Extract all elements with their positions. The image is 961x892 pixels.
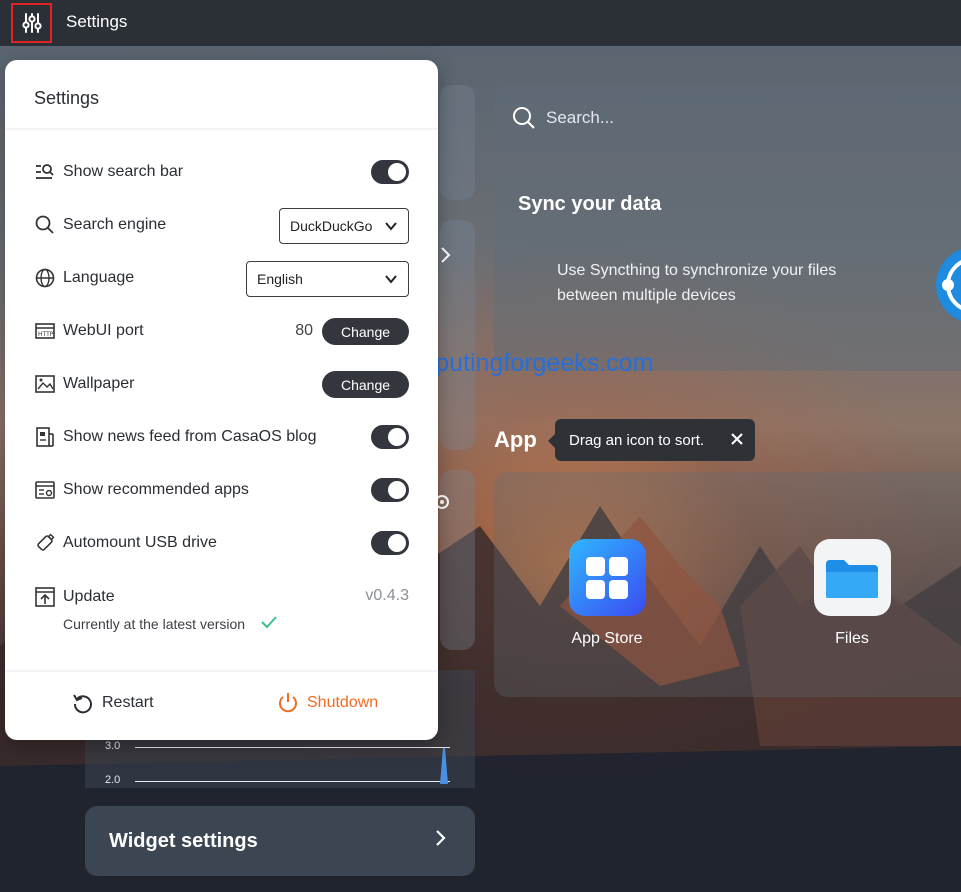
app-store-icon xyxy=(568,539,646,616)
divider xyxy=(5,670,438,672)
svg-text:HTTP: HTTP xyxy=(38,331,54,338)
panel-title: Settings xyxy=(34,88,100,108)
setting-label: Wallpaper xyxy=(63,375,135,392)
app-section-title: App xyxy=(494,427,537,452)
folder-icon xyxy=(813,539,891,616)
restart-button[interactable]: Restart xyxy=(72,692,154,714)
update-status: Currently at the latest version xyxy=(63,616,246,632)
widget-settings-button[interactable]: Widget settings xyxy=(85,806,475,876)
news-feed-toggle[interactable] xyxy=(371,425,409,449)
chevron-right-icon xyxy=(441,247,451,263)
setting-label: Show news feed from CasaOS blog xyxy=(63,428,317,445)
setting-wallpaper: Wallpaper Change xyxy=(35,366,409,402)
sync-card-title: Sync your data xyxy=(518,193,662,215)
automount-toggle[interactable] xyxy=(371,531,409,555)
chart-gridline xyxy=(135,747,450,748)
version-value: v0.4.3 xyxy=(365,587,409,604)
setting-update: Update v0.4.3 xyxy=(35,579,409,615)
select-value: DuckDuckGo xyxy=(290,218,373,234)
top-bar: Settings xyxy=(0,0,961,46)
select-value: English xyxy=(257,271,303,287)
setting-label: Update xyxy=(63,588,115,605)
language-select[interactable]: English xyxy=(246,261,409,297)
chart-gridline xyxy=(135,781,450,782)
restart-label: Restart xyxy=(102,694,154,711)
setting-label: Search engine xyxy=(63,216,167,233)
settings-toggle-button[interactable] xyxy=(11,3,52,43)
app-tile-app-store[interactable]: App Store xyxy=(547,539,667,648)
globe-icon xyxy=(35,268,55,288)
image-icon xyxy=(35,374,55,394)
setting-label: WebUI port xyxy=(63,322,144,339)
divider xyxy=(5,128,438,130)
tooltip-text: Drag an icon to sort. xyxy=(569,431,705,449)
chart-spike xyxy=(440,747,448,784)
sync-card-description: Use Syncthing to synchronize your files … xyxy=(557,262,837,304)
left-widget-card xyxy=(435,470,475,650)
power-icon xyxy=(279,693,297,713)
search-input[interactable] xyxy=(546,108,846,128)
shutdown-button[interactable]: Shutdown xyxy=(277,692,378,714)
news-icon xyxy=(35,427,55,447)
change-wallpaper-button[interactable]: Change xyxy=(322,371,409,398)
topbar-title: Settings xyxy=(66,12,128,31)
app-name: App Store xyxy=(571,630,643,647)
port-value: 80 xyxy=(295,322,313,339)
search-engine-select[interactable]: DuckDuckGo xyxy=(279,208,409,244)
setting-show-search-bar: Show search bar xyxy=(35,154,409,190)
settings-panel: Settings Show search bar Search engine D… xyxy=(5,60,438,740)
widget-settings-label: Widget settings xyxy=(109,829,258,852)
chevron-right-icon xyxy=(436,830,446,846)
chart-tick-label: 2.0 xyxy=(105,774,121,786)
setting-news-feed: Show news feed from CasaOS blog xyxy=(35,419,409,455)
chart-tick-label: 3.0 xyxy=(105,740,121,752)
sliders-icon xyxy=(21,13,42,33)
shutdown-label: Shutdown xyxy=(307,694,379,711)
setting-language: Language English xyxy=(35,260,409,297)
search-icon xyxy=(513,107,535,129)
app-grid: App Store Files xyxy=(494,472,961,697)
app-tile-files[interactable]: Files xyxy=(792,539,912,648)
setting-search-engine: Search engine DuckDuckGo xyxy=(35,207,409,244)
update-icon xyxy=(35,587,55,607)
setting-label: Show recommended apps xyxy=(63,481,249,498)
app-name: Files xyxy=(835,630,869,647)
change-port-button[interactable]: Change xyxy=(322,318,409,345)
close-icon[interactable] xyxy=(729,431,745,447)
search-bar-toggle[interactable] xyxy=(371,160,409,184)
setting-recommended-apps: Show recommended apps xyxy=(35,472,409,508)
setting-webui-port: HTTP WebUI port 80 Change xyxy=(35,313,409,349)
restart-icon xyxy=(73,694,92,714)
left-widget-card xyxy=(440,220,475,450)
setting-label: Show search bar xyxy=(63,163,184,180)
chevron-down-icon xyxy=(385,222,397,231)
search-bar xyxy=(494,85,961,151)
http-icon: HTTP xyxy=(35,321,55,341)
usb-icon xyxy=(35,533,55,553)
setting-label: Language xyxy=(63,269,135,286)
sort-tooltip: Drag an icon to sort. xyxy=(548,419,755,461)
check-icon xyxy=(261,616,277,629)
left-widget-card xyxy=(440,85,475,200)
chevron-down-icon xyxy=(385,275,397,284)
recommended-apps-toggle[interactable] xyxy=(371,478,409,502)
search-icon xyxy=(35,215,55,235)
search-bar-icon xyxy=(35,162,55,182)
sync-card[interactable]: Sync your data Use Syncthing to synchron… xyxy=(494,171,961,371)
apps-window-icon xyxy=(35,480,55,500)
syncthing-logo-icon xyxy=(936,249,961,321)
setting-label: Automount USB drive xyxy=(63,534,217,551)
setting-automount: Automount USB drive xyxy=(35,525,409,561)
